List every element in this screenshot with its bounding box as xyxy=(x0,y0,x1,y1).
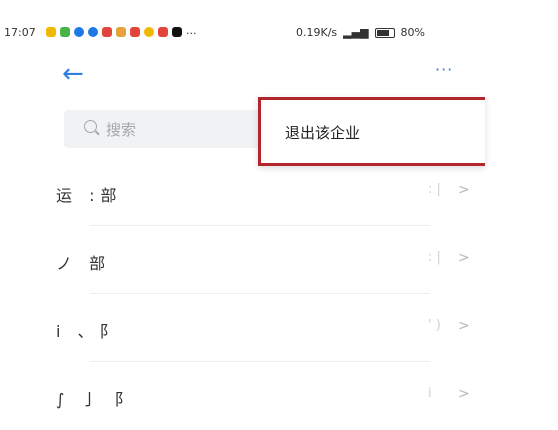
app-icon xyxy=(102,27,112,37)
exit-enterprise-menu-item[interactable]: 退出该企业 xyxy=(285,122,360,143)
battery-icon xyxy=(374,27,395,38)
battery-fill xyxy=(376,29,390,36)
divider xyxy=(90,225,430,226)
department-name: ∫ 亅 阝 xyxy=(56,390,137,409)
department-count: : | xyxy=(428,250,441,265)
status-time: 17:07 xyxy=(4,26,36,39)
search-placeholder: 搜索 xyxy=(106,121,137,139)
department-count: i xyxy=(428,386,432,401)
tiktok-icon xyxy=(172,27,182,37)
app-icon xyxy=(60,27,70,37)
notification-icons: ··· xyxy=(46,27,197,40)
more-options-button[interactable]: ··· xyxy=(435,60,465,84)
header: ← ··· xyxy=(0,58,485,98)
mail-icon xyxy=(46,27,56,37)
divider xyxy=(90,361,430,362)
department-count: : | xyxy=(428,182,441,197)
app-icon xyxy=(158,27,168,37)
chevron-right-icon: > xyxy=(458,386,470,402)
chevron-right-icon: > xyxy=(458,182,470,198)
app-icon xyxy=(88,27,98,37)
app-icon xyxy=(74,27,84,37)
search-input[interactable]: 搜索 xyxy=(64,110,264,148)
app-icon xyxy=(130,27,140,37)
app-icon xyxy=(144,27,154,37)
list-item[interactable]: 运 :部 : | > xyxy=(0,160,485,226)
popup-menu: 退出该企业 xyxy=(258,97,485,166)
status-bar: 17:07 ··· 0.19K/s ▂▄▆ 80% xyxy=(0,24,485,44)
more-horizontal-icon: ··· xyxy=(435,60,454,79)
department-name: ノ 部 xyxy=(56,254,112,273)
list-item[interactable]: ∫ 亅 阝 i > xyxy=(0,364,485,430)
department-name: i 、阝 xyxy=(56,322,122,341)
app-icon xyxy=(116,27,126,37)
chevron-right-icon: > xyxy=(458,318,470,334)
chevron-right-icon: > xyxy=(458,250,470,266)
arrow-left-icon: ← xyxy=(62,59,84,89)
divider xyxy=(90,293,430,294)
department-count: ' ) xyxy=(428,318,441,333)
list-item[interactable]: i 、阝 ' ) > xyxy=(0,296,485,362)
status-right: 0.19K/s ▂▄▆ 80% xyxy=(296,26,425,39)
app-screen: 17:07 ··· 0.19K/s ▂▄▆ 80% ← ··· 搜索 运:部 … xyxy=(0,0,485,426)
list-item[interactable]: ノ 部 : | > xyxy=(0,228,485,294)
battery-percent: 80% xyxy=(400,26,425,39)
back-button[interactable]: ← xyxy=(62,60,92,90)
signal-icon: ▂▄▆ xyxy=(343,26,369,39)
more-notifications-icon: ··· xyxy=(186,27,197,40)
department-name: 运 :部 xyxy=(56,186,123,205)
network-speed: 0.19K/s xyxy=(296,26,338,39)
search-icon xyxy=(84,120,97,133)
